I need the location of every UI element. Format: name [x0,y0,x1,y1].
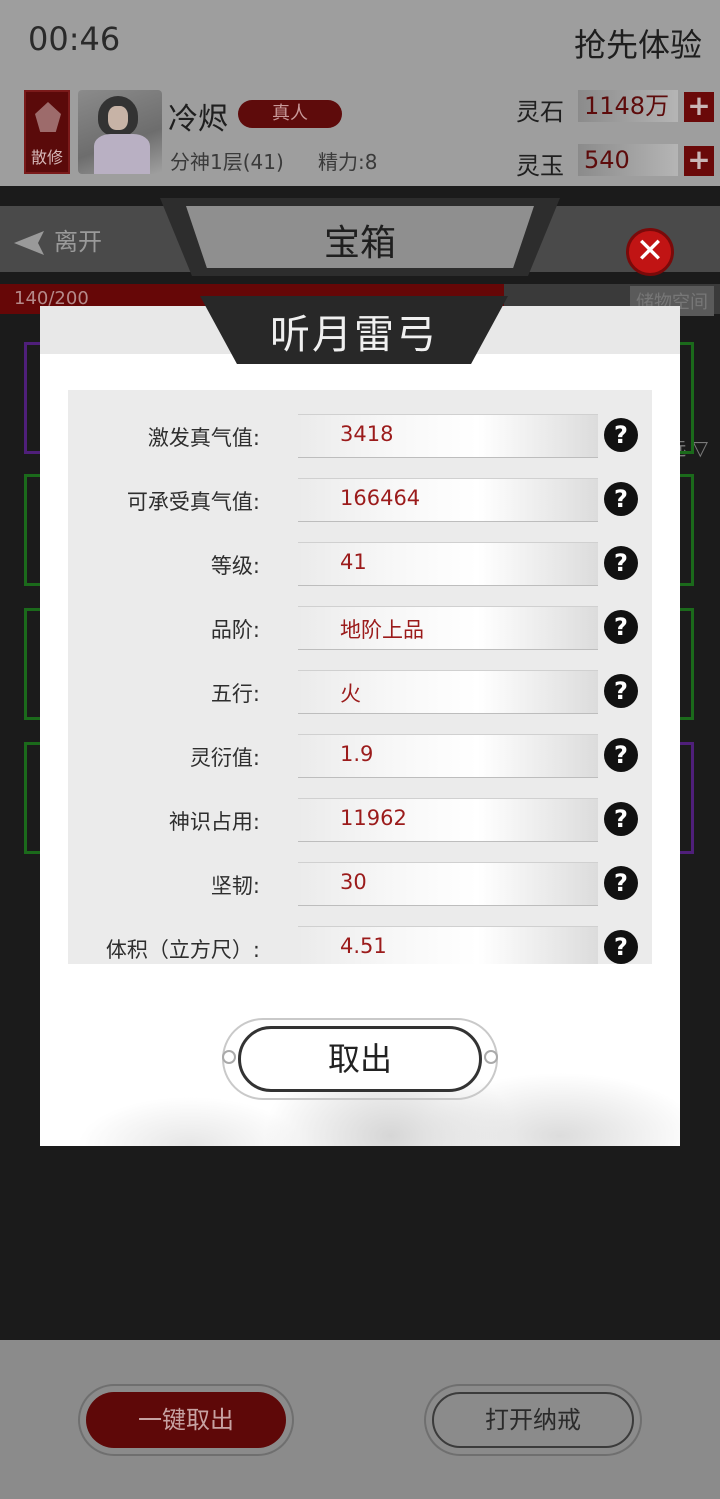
stat-label: 坚韧: [210,874,260,898]
help-icon[interactable]: ? [604,546,638,580]
help-icon[interactable]: ? [604,738,638,772]
stat-row: 激发真气值: 3418 ? [68,404,652,468]
leave-label: 离开 [54,228,102,256]
stat-label: 品阶: [210,618,260,642]
help-icon[interactable]: ? [604,482,638,516]
stat-value: 30 [340,870,367,894]
filter-icon: ▽ [692,436,708,460]
stat-row: 神识占用: 11962 ? [68,788,652,852]
help-icon[interactable]: ? [604,418,638,452]
clock: 00:46 [28,20,121,58]
player-profile: 散修 冷烬 真人 分神1层(41) 精力:8 灵石 1148万 + 灵玉 540… [0,80,720,186]
stat-value: 4.51 [340,934,387,958]
help-icon[interactable]: ? [604,802,638,836]
stat-value: 3418 [340,422,394,446]
stat-row: 等级: 41 ? [68,532,652,596]
lotus-icon [35,102,61,132]
page-title: 宝箱 [323,223,396,264]
help-icon[interactable]: ? [604,866,638,900]
spirit-stone-value: 1148万 [578,90,678,122]
help-icon[interactable]: ? [604,930,638,964]
take-out-button[interactable]: 取出 [238,1026,482,1092]
status-bar: 00:46 抢先体验 [0,0,720,80]
stat-label: 神识占用: [168,810,260,834]
add-spirit-stone-button[interactable]: + [684,92,714,122]
leave-button[interactable]: 离开 [14,222,102,257]
rank-tag: 真人 [238,100,342,128]
stat-label: 激发真气值: [147,426,260,450]
stat-value: 1.9 [340,742,374,766]
open-storage-ring-button[interactable]: 打开纳戒 [432,1392,634,1448]
help-icon[interactable]: ? [604,610,638,644]
stat-row: 五行: 火 ? [68,660,652,724]
take-all-button[interactable]: 一键取出 [86,1392,286,1448]
close-button[interactable]: ✕ [626,228,674,276]
stat-value: 火 [340,682,361,706]
stat-value: 地阶上品 [340,618,424,642]
avatar[interactable] [78,90,162,174]
stat-value: 11962 [340,806,407,830]
player-name: 冷烬 [168,102,228,137]
spirit-stone-label: 灵石 [516,98,564,126]
stat-label: 可承受真气值: [126,490,260,514]
stat-value: 41 [340,550,367,574]
early-access-button[interactable]: 抢先体验 [574,20,702,66]
add-spirit-jade-button[interactable]: + [684,146,714,176]
stat-label: 体积（立方尺）: [105,938,260,962]
stat-row: 可承受真气值: 166464 ? [68,468,652,532]
stat-row: 体积（立方尺）: 4.51 ? [68,916,652,964]
stat-label: 等级: [210,554,260,578]
stat-label: 五行: [210,682,260,706]
spirit-jade-label: 灵玉 [516,152,564,180]
realm-level: 分神1层(41) [170,150,284,174]
dialog-title: 听月雷弓 [270,312,438,358]
sect-badge[interactable]: 散修 [24,90,70,174]
stat-row: 坚韧: 30 ? [68,852,652,916]
spirit-jade-value: 540 [578,144,678,176]
stat-row: 品阶: 地阶上品 ? [68,596,652,660]
sect-label: 散修 [30,148,63,167]
item-stats-list[interactable]: 激发真气值: 3418 ? 可承受真气值: 166464 ? 等级: 41 ? … [68,390,652,964]
stat-label: 灵衍值: [189,746,260,770]
stat-row: 灵衍值: 1.9 ? [68,724,652,788]
energy-value: 精力:8 [318,150,378,174]
stat-value: 166464 [340,486,421,510]
help-icon[interactable]: ? [604,674,638,708]
back-arrow-icon [14,231,44,255]
